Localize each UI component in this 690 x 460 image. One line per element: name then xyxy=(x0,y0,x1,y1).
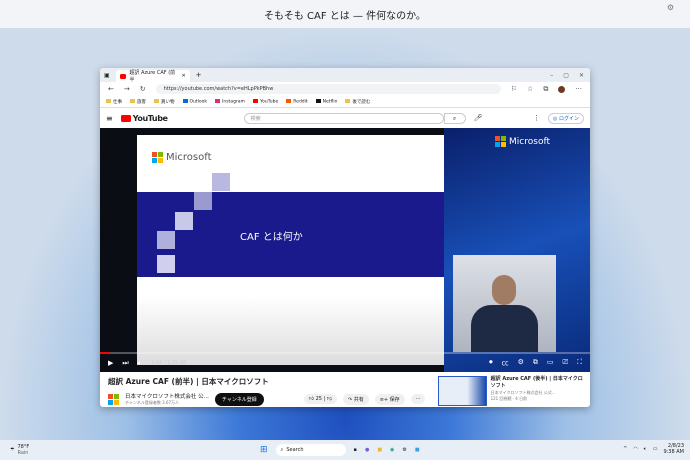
taskbar: ☂ 78°F Rain ⊞ ⌕ Search ▪ ● ■ ◉ ⚙ ■ ^ ◠ 🔈︎ … xyxy=(0,440,690,460)
refresh-icon[interactable]: ↻ xyxy=(140,85,146,93)
menu-icon[interactable]: ··· xyxy=(575,85,582,93)
next-icon[interactable]: ⏭ xyxy=(122,359,128,368)
bookmark[interactable]: Netflix xyxy=(315,98,337,104)
gear-icon[interactable]: ⚙ xyxy=(667,3,674,12)
page-title: そもそも CAF とは — 件何なのか。 xyxy=(264,10,426,22)
bookmark[interactable]: YouTube xyxy=(252,98,278,104)
close-button[interactable]: ✕ xyxy=(579,72,584,79)
theater-icon[interactable]: ▭ xyxy=(547,358,554,368)
related-video[interactable]: 超訳 Azure CAF (後半) | 日本マイクロソフト 日本マイクロソフト株式… xyxy=(438,376,583,406)
youtube-logo[interactable]: YouTube xyxy=(120,114,168,123)
bookmark[interactable]: 買い物 xyxy=(154,99,175,105)
file-explorer-icon[interactable]: ■ xyxy=(377,447,382,453)
channel-avatar[interactable] xyxy=(108,393,119,405)
browser-window: ▣ 超訳 Azure CAF (前半 ✕ + – ▢ ✕ ← → ↻ https://… xyxy=(100,68,590,407)
related-title: 超訳 Azure CAF (後半) | 日本マイクロソフト xyxy=(490,376,583,389)
new-tab-button[interactable]: + xyxy=(196,71,202,79)
autoplay-toggle[interactable]: ⏺ xyxy=(489,358,493,368)
task-view-icon[interactable]: ▪ xyxy=(354,447,357,453)
chat-icon[interactable]: ● xyxy=(365,447,369,453)
taskbar-search[interactable]: ⌕ Search xyxy=(275,444,346,456)
tab-label: 超訳 Azure CAF (前半 xyxy=(129,70,176,83)
maximize-button[interactable]: ▢ xyxy=(563,72,569,79)
bookmark[interactable]: Outlook xyxy=(182,98,207,104)
login-button[interactable]: ◎ ログイン xyxy=(548,112,584,124)
time-display: 1:04 / 1:25:48 xyxy=(150,360,187,366)
settings-app-icon[interactable]: ⚙ xyxy=(402,447,406,453)
close-tab-icon[interactable]: ✕ xyxy=(181,73,185,79)
volume-icon[interactable]: 🔈︎ xyxy=(138,359,142,368)
chevron-up-icon[interactable]: ^ xyxy=(623,446,627,452)
youtube-icon xyxy=(119,73,127,79)
subscriber-count: チャンネル登録者数 3.67万人 xyxy=(125,400,180,405)
back-icon[interactable]: ← xyxy=(108,85,114,93)
mic-icon[interactable]: 🎤︎ xyxy=(474,114,483,122)
play-icon[interactable]: ▶ xyxy=(108,359,113,367)
bookmarks-bar: 仕事 旅客 買い物 Outlook Instagram YouTube Redd… xyxy=(100,96,590,108)
video-player[interactable]: Microsoft CAF とは何か Microsoft ▶ ⏭ 🔈︎ 1:04… xyxy=(100,128,590,372)
edge-icon[interactable]: ◉ xyxy=(390,447,394,453)
like-button[interactable]: 👍︎ 25 | 👎︎ xyxy=(303,394,337,404)
related-meta: 121 回視聴 · 4 日前 xyxy=(490,396,528,401)
rain-icon: ☂ xyxy=(10,447,15,453)
bookmark[interactable]: 仕事 xyxy=(106,99,122,105)
wifi-icon[interactable]: ◠ xyxy=(633,446,637,452)
bookmark[interactable]: 旅客 xyxy=(130,99,146,105)
bookmark[interactable]: Reddit xyxy=(286,98,308,104)
share-button[interactable]: ↷ 共有 xyxy=(342,393,369,405)
cast-icon[interactable]: ⎚ xyxy=(562,358,568,368)
start-icon[interactable]: ⊞ xyxy=(260,445,268,455)
microsoft-logo: Microsoft xyxy=(152,152,212,163)
settings-icon[interactable]: ⚙ xyxy=(518,358,524,368)
captions-icon[interactable]: ㏄ xyxy=(502,358,509,368)
bookmark[interactable]: 後で読む xyxy=(345,99,370,105)
extensions-icon[interactable]: ⚐ xyxy=(511,85,517,93)
top-bar: そもそも CAF とは — 件何なのか。 ⚙ xyxy=(0,0,690,28)
profile-avatar[interactable] xyxy=(558,85,566,93)
subscribe-button[interactable]: チャンネル登録 xyxy=(214,392,264,406)
slide-title: CAF とは何か xyxy=(240,232,303,243)
presenter-webcam xyxy=(453,255,556,352)
clock[interactable]: 2/8/23 9:38 AM xyxy=(663,443,684,455)
sidebar-toggle-icon[interactable]: ▣ xyxy=(104,72,110,79)
save-button[interactable]: ≡+ 保存 xyxy=(374,393,405,405)
search-icon: ⌕ xyxy=(280,447,284,453)
url-text: https://youtube.com/watch?v=eHLpPkPBhw xyxy=(163,86,274,92)
app-icon[interactable]: ■ xyxy=(415,447,420,453)
collections-icon[interactable]: ⧉ xyxy=(543,85,548,94)
slide: Microsoft CAF とは何か xyxy=(137,135,444,365)
related-thumbnail[interactable] xyxy=(438,376,487,406)
channel-name[interactable]: 日本マイクロソフト株式会社 公... xyxy=(125,392,209,400)
more-button[interactable]: ··· xyxy=(410,394,426,404)
address-bar[interactable]: https://youtube.com/watch?v=eHLpPkPBhw xyxy=(155,84,501,94)
tab-youtube[interactable]: 超訳 Azure CAF (前半 ✕ xyxy=(115,70,190,83)
hamburger-menu-icon[interactable]: ≡ xyxy=(106,114,113,123)
more-vert-icon[interactable]: ⋮ xyxy=(533,114,540,122)
forward-icon[interactable]: → xyxy=(124,85,130,93)
battery-icon[interactable]: ▭ xyxy=(653,446,658,452)
favorites-icon[interactable]: ☆ xyxy=(527,85,533,93)
search-button[interactable]: ⌕ xyxy=(443,112,466,124)
minimize-button[interactable]: – xyxy=(550,72,553,79)
volume-tray-icon[interactable]: 🔈︎ xyxy=(644,446,647,452)
miniplayer-icon[interactable]: ⧉ xyxy=(533,358,538,368)
bookmark[interactable]: Instagram xyxy=(215,98,245,104)
fullscreen-icon[interactable]: ⛶ xyxy=(577,358,582,368)
search-input[interactable]: 検索 xyxy=(243,112,444,124)
weather-widget[interactable]: ☂ 78°F Rain xyxy=(0,444,29,456)
